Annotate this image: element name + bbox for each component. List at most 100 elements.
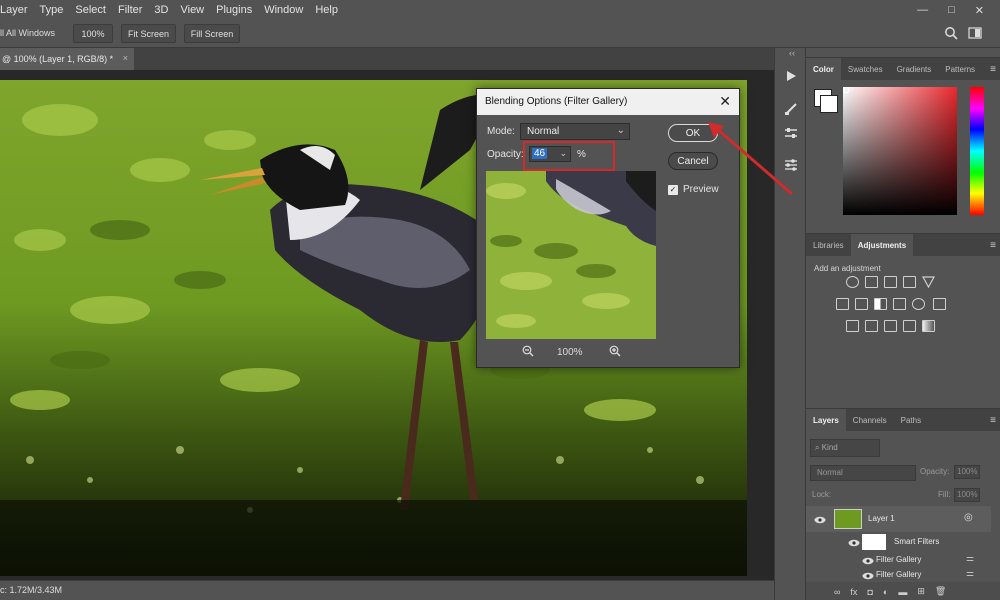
threshold-icon[interactable]	[884, 320, 897, 332]
preview-checkbox[interactable]: ✓	[668, 185, 678, 195]
panel-menu-icon[interactable]: ≡	[990, 64, 996, 75]
menu-window[interactable]: Window	[258, 4, 309, 16]
workspace-icon[interactable]	[968, 26, 982, 40]
filter-preview-image[interactable]	[486, 171, 656, 339]
play-icon[interactable]	[782, 67, 800, 85]
link-layers-icon[interactable]: ∞	[834, 587, 840, 597]
layer-name: Filter Gallery	[876, 570, 922, 579]
exposure-icon[interactable]	[903, 276, 916, 288]
layer-opacity-field[interactable]: 100%	[954, 465, 980, 479]
panel-menu-icon[interactable]: ≡	[990, 415, 996, 426]
color-balance-icon[interactable]	[855, 298, 868, 310]
annotation-highlight-box	[523, 141, 615, 171]
close-icon[interactable]: ✕	[719, 93, 731, 110]
vibrance-icon[interactable]	[921, 276, 936, 289]
filter-mask-thumbnail	[862, 534, 886, 550]
color-lookup-icon[interactable]	[933, 298, 946, 310]
fill-screen-button[interactable]: Fill Screen	[184, 24, 240, 43]
visibility-eye-icon[interactable]	[814, 515, 826, 524]
filter-options-icon[interactable]: ⚌	[966, 568, 974, 579]
tab-channels[interactable]: Channels	[846, 409, 894, 431]
tab-color[interactable]: Color	[806, 58, 841, 80]
tab-adjustments[interactable]: Adjustments	[850, 234, 914, 256]
gradient-map-icon[interactable]	[922, 320, 935, 332]
zoom-100-button[interactable]: 100%	[73, 24, 113, 43]
tab-paths[interactable]: Paths	[894, 409, 928, 431]
menu-3d[interactable]: 3D	[148, 4, 174, 16]
invert-icon[interactable]	[846, 320, 859, 332]
hue-saturation-icon[interactable]	[836, 298, 849, 310]
tab-layers[interactable]: Layers	[806, 409, 846, 431]
layer-row[interactable]: Filter Gallery ⚌	[806, 568, 991, 582]
smart-object-icon: ◎	[964, 512, 973, 523]
posterize-icon[interactable]	[865, 320, 878, 332]
mode-select[interactable]: Normal ⌄	[520, 123, 630, 140]
blend-mode-select[interactable]: Normal	[810, 465, 916, 481]
blend-mode-value: Normal	[817, 468, 843, 477]
brightness-contrast-icon[interactable]	[846, 276, 859, 288]
visibility-eye-icon[interactable]	[862, 556, 874, 565]
levels-icon[interactable]	[865, 276, 878, 288]
selective-color-icon[interactable]	[903, 320, 916, 332]
menu-view[interactable]: View	[174, 4, 210, 16]
search-icon[interactable]	[944, 26, 958, 40]
status-bar: c: 1.72M/3.43M	[0, 580, 774, 600]
color-panel-tabs: Color Swatches Gradients Patterns ≡	[806, 58, 1000, 80]
hue-slider[interactable]	[970, 87, 984, 215]
fit-screen-button[interactable]: Fit Screen	[121, 24, 176, 43]
window-controls: — □ ✕	[917, 0, 1000, 20]
tab-swatches[interactable]: Swatches	[841, 58, 890, 80]
right-panels: Color Swatches Gradients Patterns ≡ Libr…	[806, 48, 1000, 600]
layer-row[interactable]: Filter Gallery ⚌	[806, 552, 991, 568]
layer-row[interactable]: Smart Filters	[806, 532, 991, 552]
new-group-icon[interactable]: ▬	[898, 587, 907, 597]
layer-fill-field[interactable]: 100%	[954, 488, 980, 502]
black-white-icon[interactable]	[874, 298, 887, 310]
adjustments-panel: Libraries Adjustments ≡ Add an adjustmen…	[806, 233, 1000, 393]
menu-plugins[interactable]: Plugins	[210, 4, 258, 16]
opacity-label: Opacity:	[487, 149, 524, 160]
menu-select[interactable]: Select	[69, 4, 112, 16]
menu-layer[interactable]: Layer	[0, 4, 34, 16]
layer-row[interactable]: Layer 1 ◎	[806, 506, 991, 532]
add-mask-icon[interactable]: ◘	[867, 587, 872, 597]
scroll-all-windows-label[interactable]: ll All Windows	[0, 28, 55, 38]
background-color-swatch[interactable]	[820, 95, 838, 113]
maximize-button[interactable]: □	[948, 4, 955, 16]
new-adjustment-layer-icon[interactable]: ◐	[883, 587, 888, 597]
channel-mixer-icon[interactable]	[912, 298, 925, 310]
collapse-panels-icon[interactable]: ‹‹	[789, 48, 795, 58]
layer-name[interactable]: Layer 1	[868, 514, 895, 523]
close-tab-icon[interactable]: ×	[123, 53, 128, 63]
tab-libraries[interactable]: Libraries	[806, 234, 851, 256]
add-adjustment-label: Add an adjustment	[814, 264, 881, 273]
color-field[interactable]	[842, 86, 957, 215]
new-layer-icon[interactable]: ⊞	[917, 586, 925, 597]
tab-patterns[interactable]: Patterns	[938, 58, 982, 80]
search-icon: ⌕	[815, 443, 822, 452]
layer-kind-filter[interactable]: ⌕ Kind	[810, 439, 880, 457]
brush-settings-icon[interactable]	[782, 100, 800, 118]
delete-layer-icon[interactable]: 🗑	[935, 586, 946, 597]
chevron-down-icon: ⌄	[616, 125, 625, 136]
visibility-eye-icon[interactable]	[848, 538, 860, 547]
visibility-eye-icon[interactable]	[862, 571, 874, 580]
menu-help[interactable]: Help	[309, 4, 344, 16]
filter-options-icon[interactable]: ⚌	[966, 553, 974, 564]
minimize-button[interactable]: —	[917, 4, 928, 16]
document-tab[interactable]: @ 100% (Layer 1, RGB/8) * ×	[0, 48, 134, 70]
close-window-button[interactable]: ✕	[975, 4, 984, 17]
menu-type[interactable]: Type	[34, 4, 70, 16]
menu-filter[interactable]: Filter	[112, 4, 148, 16]
panel-menu-icon[interactable]: ≡	[990, 240, 996, 251]
layer-name: Filter Gallery	[876, 555, 922, 564]
dialog-title: Blending Options (Filter Gallery)	[485, 96, 628, 107]
zoom-out-icon[interactable]	[522, 345, 534, 360]
fill-label: Fill:	[938, 490, 951, 499]
zoom-in-icon[interactable]	[609, 345, 621, 360]
document-tab-bar: @ 100% (Layer 1, RGB/8) * ×	[0, 48, 774, 70]
curves-icon[interactable]	[884, 276, 897, 288]
photo-filter-icon[interactable]	[893, 298, 906, 310]
tab-gradients[interactable]: Gradients	[890, 58, 939, 80]
fx-icon[interactable]: fx	[850, 587, 857, 597]
